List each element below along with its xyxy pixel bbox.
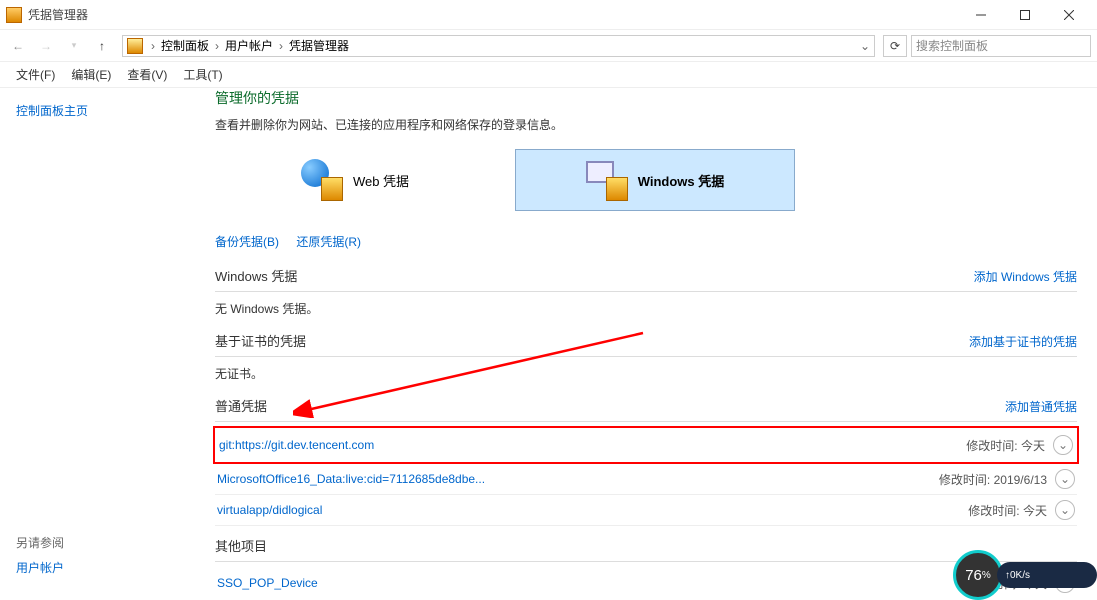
add-cert-credential-link[interactable]: 添加基于证书的凭据	[969, 333, 1077, 350]
chevron-down-icon[interactable]: ⌄	[1055, 500, 1075, 520]
credential-modified: 修改时间: 今天	[968, 502, 1047, 519]
add-generic-credential-link[interactable]: 添加普通凭据	[1005, 398, 1077, 415]
chevron-right-icon: ›	[149, 39, 157, 53]
chevron-down-icon[interactable]: ⌄	[1053, 435, 1073, 455]
refresh-button[interactable]: ⟳	[883, 35, 907, 57]
search-input[interactable]: 搜索控制面板	[911, 35, 1091, 57]
add-windows-credential-link[interactable]: 添加 Windows 凭据	[974, 268, 1077, 285]
app-icon	[6, 7, 22, 23]
main-content: 管理你的凭据 查看并删除你为网站、已连接的应用程序和网络保存的登录信息。 Web…	[195, 88, 1097, 600]
chevron-right-icon: ›	[213, 39, 221, 53]
tile-windows-credentials[interactable]: Windows 凭据	[515, 149, 795, 211]
sidebar: 控制面板主页 另请参阅 用户帐户	[0, 88, 195, 600]
globe-safe-icon	[301, 159, 343, 201]
annotation-highlight: git:https://git.dev.tencent.com 修改时间: 今天…	[213, 426, 1079, 464]
credential-row[interactable]: git:https://git.dev.tencent.com 修改时间: 今天…	[217, 430, 1075, 460]
page-title: 管理你的凭据	[215, 88, 1077, 108]
breadcrumb-item[interactable]: 用户帐户	[221, 37, 277, 54]
credential-row[interactable]: MicrosoftOffice16_Data:live:cid=7112685d…	[215, 464, 1077, 495]
section-windows-heading: Windows 凭据	[215, 266, 297, 285]
section-cert-heading: 基于证书的凭据	[215, 331, 306, 350]
close-button[interactable]	[1047, 1, 1091, 29]
maximize-button[interactable]	[1003, 1, 1047, 29]
folder-icon	[127, 38, 143, 54]
chevron-down-icon[interactable]: ⌄	[860, 39, 870, 53]
titlebar: 凭据管理器	[0, 0, 1097, 30]
credential-name: virtualapp/didlogical	[217, 503, 968, 517]
tile-web-credentials[interactable]: Web 凭据	[215, 149, 495, 211]
chevron-down-icon[interactable]: ⌄	[1055, 469, 1075, 489]
backup-link[interactable]: 备份凭据(B)	[215, 235, 279, 249]
tile-label: Windows 凭据	[638, 171, 725, 190]
page-subtitle: 查看并删除你为网站、已连接的应用程序和网络保存的登录信息。	[215, 116, 1077, 133]
chevron-right-icon: ›	[277, 39, 285, 53]
nav-row: ← → ▾ ↑ › 控制面板 › 用户帐户 › 凭据管理器 ⌄ ⟳ 搜索控制面板	[0, 30, 1097, 62]
perf-widget[interactable]: 76% ↑ 0K/s	[953, 550, 1097, 600]
window-title: 凭据管理器	[28, 6, 88, 23]
menubar: 文件(F) 编辑(E) 查看(V) 工具(T)	[0, 62, 1097, 88]
section-cert-empty: 无证书。	[215, 363, 1077, 392]
back-button[interactable]: ←	[6, 34, 30, 58]
menu-file[interactable]: 文件(F)	[16, 66, 55, 83]
restore-link[interactable]: 还原凭据(R)	[296, 235, 361, 249]
breadcrumb-item[interactable]: 凭据管理器	[285, 37, 353, 54]
credential-row[interactable]: SSO_POP_Device 修改时间: 今天 ⌄	[215, 568, 1077, 598]
sidebar-home-link[interactable]: 控制面板主页	[16, 102, 179, 119]
credential-modified: 修改时间: 今天	[966, 437, 1045, 454]
sidebar-seealso-heading: 另请参阅	[16, 534, 179, 551]
tile-label: Web 凭据	[353, 171, 409, 190]
up-button[interactable]: ↑	[90, 34, 114, 58]
credential-row[interactable]: virtualapp/didlogical 修改时间: 今天 ⌄	[215, 495, 1077, 526]
sidebar-useraccounts-link[interactable]: 用户帐户	[16, 561, 64, 575]
perf-net: ↑ 0K/s	[997, 562, 1097, 588]
forward-button[interactable]: →	[34, 34, 58, 58]
menu-view[interactable]: 查看(V)	[127, 66, 167, 83]
minimize-button[interactable]	[959, 1, 1003, 29]
address-bar[interactable]: › 控制面板 › 用户帐户 › 凭据管理器 ⌄	[122, 35, 875, 57]
menu-tools[interactable]: 工具(T)	[183, 66, 222, 83]
breadcrumb-item[interactable]: 控制面板	[157, 37, 213, 54]
menu-edit[interactable]: 编辑(E)	[71, 66, 111, 83]
section-generic-heading: 普通凭据	[215, 396, 267, 415]
credential-name: git:https://git.dev.tencent.com	[219, 438, 966, 452]
section-other-heading: 其他项目	[215, 536, 267, 555]
section-windows-empty: 无 Windows 凭据。	[215, 298, 1077, 327]
credential-name: MicrosoftOffice16_Data:live:cid=7112685d…	[217, 472, 939, 486]
recent-button[interactable]: ▾	[62, 34, 86, 58]
credential-name: SSO_POP_Device	[217, 576, 968, 590]
search-placeholder: 搜索控制面板	[916, 37, 988, 54]
perf-percent: 76%	[953, 550, 1003, 600]
monitor-safe-icon	[586, 159, 628, 201]
credential-modified: 修改时间: 2019/6/13	[939, 471, 1047, 488]
